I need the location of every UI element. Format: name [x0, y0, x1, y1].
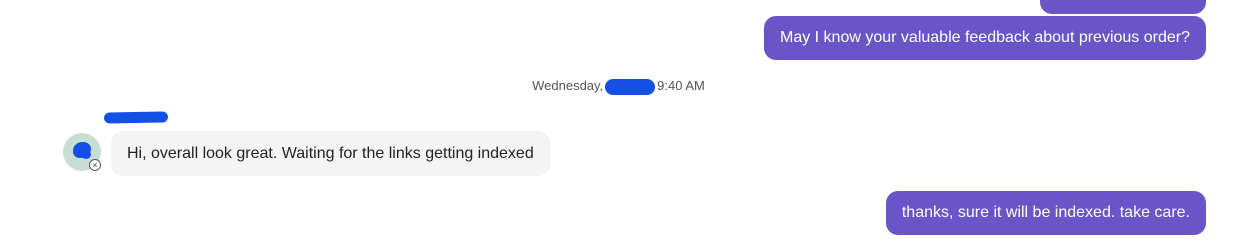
message-bubble-outgoing-partial[interactable]: [1040, 0, 1206, 14]
divider-day: Wednesday,: [532, 78, 604, 93]
redacted-sender-name: [103, 111, 169, 124]
message-text: Hi, overall look great. Waiting for the …: [127, 144, 534, 162]
redacted-avatar-mark-2: [81, 150, 91, 159]
message-bubble-outgoing[interactable]: thanks, sure it will be indexed. take ca…: [885, 191, 1206, 235]
divider-time: 9:40 AM: [657, 78, 705, 93]
avatar[interactable]: ×: [63, 133, 101, 171]
date-divider: Wednesday, 9:40 AM: [0, 78, 1237, 95]
redacted-date: [605, 78, 656, 95]
chat-thread: May I know your valuable feedback about …: [0, 0, 1237, 240]
message-text: May I know your valuable feedback about …: [779, 29, 1190, 46]
message-text: thanks, sure it will be indexed. take ca…: [901, 204, 1190, 221]
message-bubble-incoming[interactable]: Hi, overall look great. Waiting for the …: [111, 131, 550, 176]
close-circle-icon: ×: [89, 159, 101, 171]
message-bubble-outgoing[interactable]: May I know your valuable feedback about …: [763, 16, 1206, 60]
